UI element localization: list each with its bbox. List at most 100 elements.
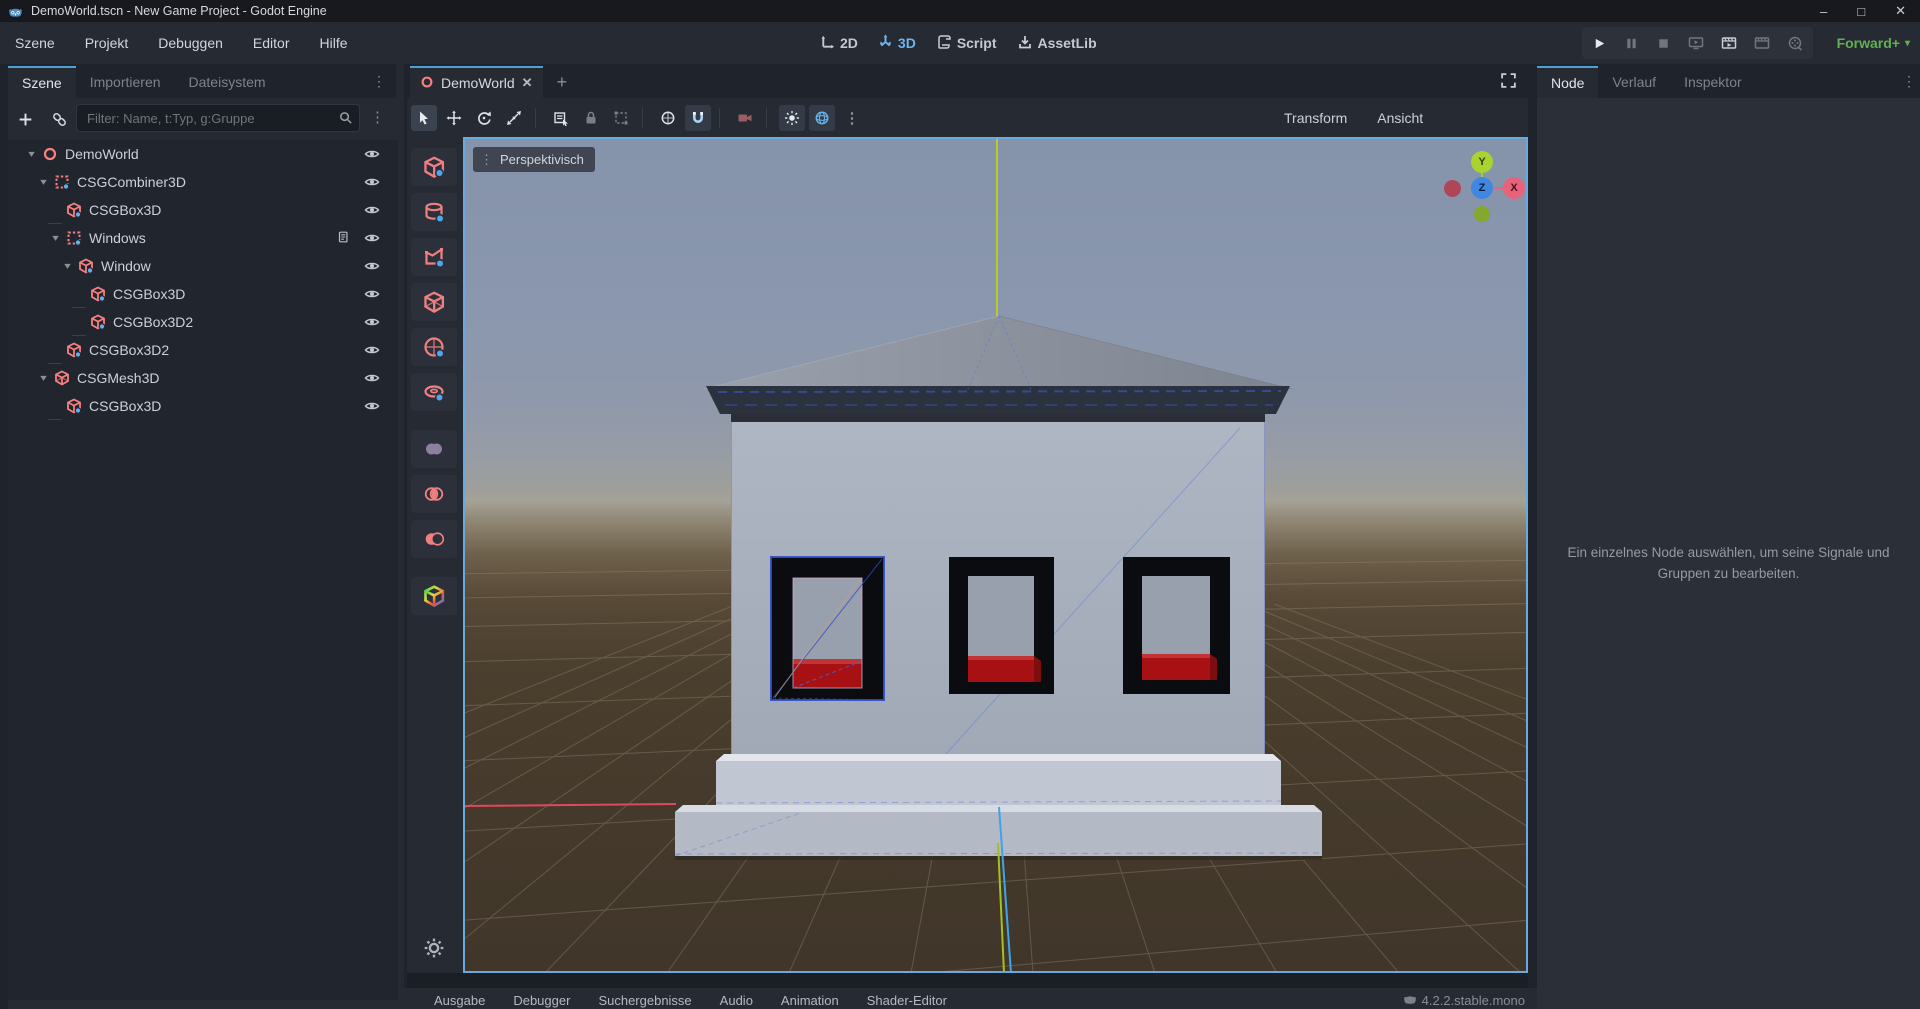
bottom-tab-audio[interactable]: Audio xyxy=(720,993,753,1008)
tab-dateisystem[interactable]: Dateisystem xyxy=(175,66,280,98)
renderer-dropdown[interactable]: Forward+ ▾ xyxy=(1837,22,1910,64)
maximize-button[interactable]: □ xyxy=(1857,4,1865,19)
select-tool-button[interactable] xyxy=(411,105,437,131)
visibility-eye-icon[interactable] xyxy=(364,398,380,417)
snap-magnet-button[interactable] xyxy=(685,105,711,131)
csg-sphere-button[interactable] xyxy=(411,328,457,366)
switch-script[interactable]: Script xyxy=(936,34,997,53)
gear-icon[interactable] xyxy=(423,937,445,962)
gizmo-axis-neg-z[interactable] xyxy=(1474,206,1490,222)
chevron-down-icon[interactable]: ▾ xyxy=(46,233,66,244)
csg-mesh-button[interactable] xyxy=(411,283,457,321)
move-tool-button[interactable] xyxy=(441,105,467,131)
perspective-menu-button[interactable]: ⋮ Perspektivisch xyxy=(473,147,595,172)
list-select-tool-button[interactable] xyxy=(548,105,574,131)
csg-cylinder-button[interactable] xyxy=(411,193,457,231)
visibility-eye-icon[interactable] xyxy=(364,370,380,389)
pause-button[interactable] xyxy=(1624,36,1639,51)
tree-node-csgmesh3d[interactable]: ▾CSGMesh3D xyxy=(8,364,398,392)
csg-box-button[interactable] xyxy=(411,148,457,186)
menu-editor[interactable]: Editor xyxy=(251,32,292,54)
movie-maker-button[interactable] xyxy=(1787,35,1803,51)
gizmo-axis-z[interactable]: Z xyxy=(1471,177,1493,199)
tree-node-window[interactable]: ▾Window xyxy=(8,252,398,280)
visibility-eye-icon[interactable] xyxy=(364,202,380,221)
scene-tree-menu-icon[interactable]: ⋮ xyxy=(370,108,385,126)
bottom-tab-ausgabe[interactable]: Ausgabe xyxy=(434,993,485,1008)
menu-hilfe[interactable]: Hilfe xyxy=(317,32,349,54)
remote-play-button[interactable] xyxy=(1688,35,1704,51)
close-tab-icon[interactable]: ✕ xyxy=(522,75,533,91)
tree-node-windows[interactable]: ▾Windows xyxy=(8,224,398,252)
switch-2d[interactable]: 2D xyxy=(820,34,858,52)
viewport-3d[interactable]: ⋮ Perspektivisch Y Z X xyxy=(463,137,1528,973)
visibility-eye-icon[interactable] xyxy=(364,314,380,333)
tree-node-demoworld[interactable]: ▾DemoWorld xyxy=(8,140,398,168)
chevron-down-icon[interactable]: ▾ xyxy=(58,261,78,272)
local-space-button[interactable] xyxy=(655,105,681,131)
menu-debuggen[interactable]: Debuggen xyxy=(156,32,225,54)
tree-node-csgbox3d[interactable]: CSGBox3D xyxy=(8,280,398,308)
csg-polygon-button[interactable] xyxy=(411,238,457,276)
play-custom-scene-button[interactable] xyxy=(1754,35,1770,51)
material-cube-button[interactable] xyxy=(411,577,457,615)
tab-node[interactable]: Node xyxy=(1537,66,1598,98)
tree-node-csgcombiner3d[interactable]: ▾CSGCombiner3D xyxy=(8,168,398,196)
menu-dots-button[interactable]: ⋮ xyxy=(839,105,865,131)
visibility-eye-icon[interactable] xyxy=(364,286,380,305)
tree-node-csgbox3d[interactable]: CSGBox3D xyxy=(8,196,398,224)
visibility-eye-icon[interactable] xyxy=(364,258,380,277)
op-union-button[interactable] xyxy=(411,430,457,468)
tree-node-csgbox3d2[interactable]: CSGBox3D2 xyxy=(8,308,398,336)
play-button[interactable] xyxy=(1592,36,1607,51)
scene-filter-input[interactable] xyxy=(76,104,360,132)
expand-viewport-icon[interactable] xyxy=(1500,72,1517,92)
menu-projekt[interactable]: Projekt xyxy=(83,32,131,54)
visibility-eye-icon[interactable] xyxy=(364,146,380,165)
tree-node-csgbox3d[interactable]: CSGBox3D xyxy=(8,392,398,420)
visibility-eye-icon[interactable] xyxy=(364,174,380,193)
visibility-eye-icon[interactable] xyxy=(364,230,380,249)
switch-assetlib[interactable]: AssetLib xyxy=(1017,34,1097,53)
visibility-eye-icon[interactable] xyxy=(364,342,380,361)
csg-torus-button[interactable] xyxy=(411,373,457,411)
environment-preview-button[interactable] xyxy=(809,105,835,131)
bottom-tab-animation[interactable]: Animation xyxy=(781,993,839,1008)
script-icon[interactable] xyxy=(336,230,350,247)
right-dock-menu-icon[interactable]: ⋮ xyxy=(1902,73,1916,90)
view-menu[interactable]: Ansicht xyxy=(1375,106,1425,130)
bottom-tab-debugger[interactable]: Debugger xyxy=(513,993,570,1008)
left-dock-menu-icon[interactable]: ⋮ xyxy=(372,73,386,90)
instance-scene-button[interactable] xyxy=(48,108,70,130)
op-intersect-button[interactable] xyxy=(411,475,457,513)
rotate-tool-button[interactable] xyxy=(471,105,497,131)
switch-3d[interactable]: 3D xyxy=(878,34,916,52)
new-scene-tab-button[interactable]: + xyxy=(557,72,568,93)
sun-preview-button[interactable] xyxy=(779,105,805,131)
tab-inspektor[interactable]: Inspektor xyxy=(1670,66,1756,98)
menu-szene[interactable]: Szene xyxy=(13,32,57,54)
gizmo-axis-neg-x[interactable] xyxy=(1444,180,1461,197)
tab-szene[interactable]: Szene xyxy=(8,66,76,98)
scene-tab-demoworld[interactable]: DemoWorld ✕ xyxy=(410,66,543,98)
transform-menu[interactable]: Transform xyxy=(1282,106,1349,130)
chevron-down-icon[interactable]: ▾ xyxy=(34,373,54,384)
gizmo-axis-y[interactable]: Y xyxy=(1471,151,1493,173)
play-scene-button[interactable] xyxy=(1721,35,1737,51)
scale-tool-button[interactable] xyxy=(501,105,527,131)
lock-button[interactable] xyxy=(578,105,604,131)
tree-node-csgbox3d2[interactable]: CSGBox3D2 xyxy=(8,336,398,364)
stop-button[interactable] xyxy=(1656,36,1671,51)
group-button[interactable] xyxy=(608,105,634,131)
tab-importieren[interactable]: Importieren xyxy=(76,66,175,98)
op-subtract-button[interactable] xyxy=(411,520,457,558)
tab-verlauf[interactable]: Verlauf xyxy=(1598,66,1670,98)
gizmo-axis-x[interactable]: X xyxy=(1503,177,1525,199)
camera-override-button[interactable] xyxy=(732,105,758,131)
close-button[interactable]: ✕ xyxy=(1895,3,1906,19)
add-node-button[interactable] xyxy=(14,108,36,130)
bottom-tab-shader-editor[interactable]: Shader-Editor xyxy=(867,993,947,1008)
chevron-down-icon[interactable]: ▾ xyxy=(34,177,54,188)
bottom-tab-suchergebnisse[interactable]: Suchergebnisse xyxy=(598,993,691,1008)
chevron-down-icon[interactable]: ▾ xyxy=(22,149,42,160)
